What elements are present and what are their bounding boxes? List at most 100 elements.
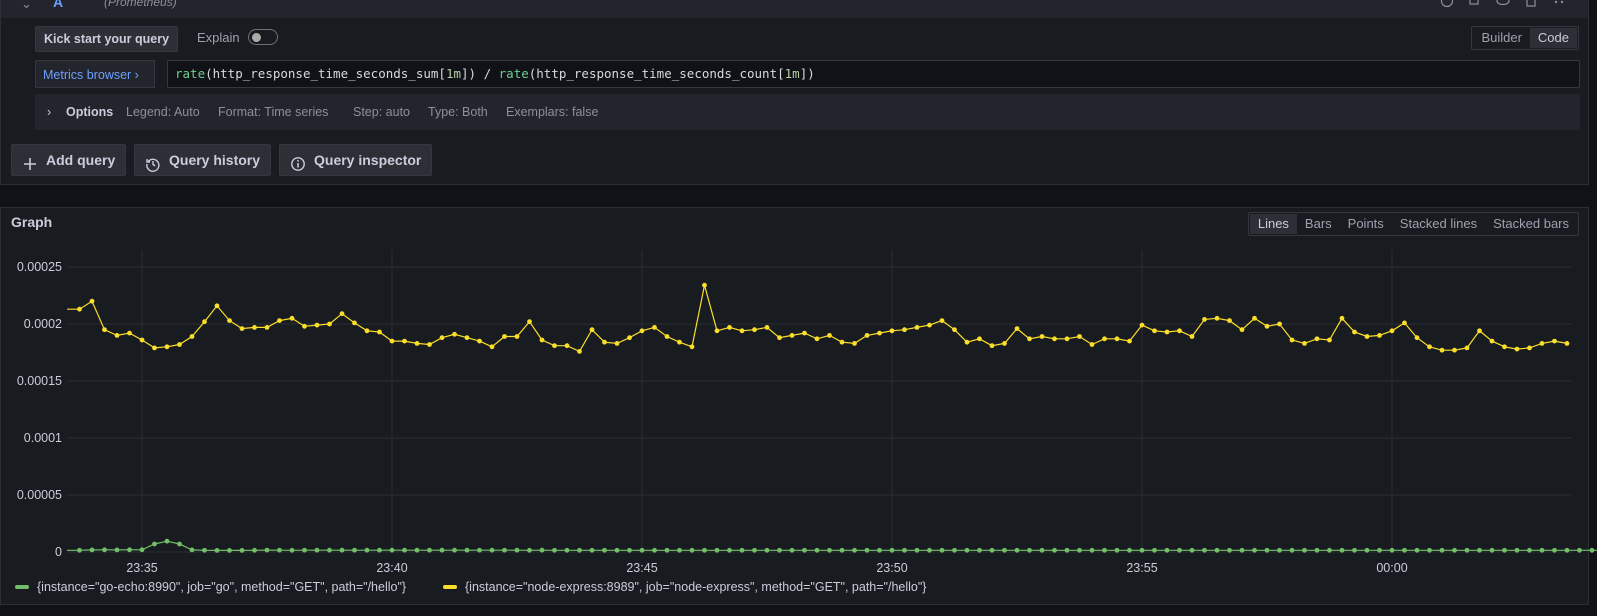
series-node-express-point: [452, 331, 457, 337]
series-node-express-point: [577, 349, 582, 354]
x-tick-label: 23:45: [626, 561, 657, 575]
series-node-express-point: [439, 335, 445, 341]
series-node-express-point: [377, 329, 382, 335]
series-node-express-point: [1302, 341, 1307, 346]
series-go-point: [1027, 547, 1032, 553]
series-node-express-point: [239, 326, 245, 331]
series-node-express-point: [1377, 333, 1382, 338]
series-go-point: [1214, 547, 1220, 553]
query-options-row[interactable]: › Options Legend: Auto Format: Time seri…: [35, 94, 1580, 130]
explain-toggle[interactable]: [248, 29, 278, 45]
series-node-express-point: [627, 335, 632, 341]
query-history-button[interactable]: Query history: [134, 144, 272, 176]
series-go-point: [1202, 547, 1207, 553]
series-node-express-point: [102, 327, 107, 333]
series-node-express-point: [1452, 347, 1457, 353]
query-code-input[interactable]: rate(http_response_time_seconds_sum[1m])…: [167, 60, 1580, 88]
option-step: Step: auto: [353, 105, 410, 119]
series-node-express-point: [89, 298, 95, 304]
series-node-express-point: [964, 339, 970, 345]
series-go-point: [852, 547, 857, 553]
query-row-header[interactable]: ⌄ A (Prometheus): [1, 0, 1588, 18]
series-go-point: [1439, 547, 1445, 553]
series-go-point: [714, 547, 720, 553]
legend-item-node-express[interactable]: {instance="node-express:8989", job="node…: [443, 580, 926, 594]
series-go-point: [1502, 547, 1507, 553]
series-go-point: [1452, 547, 1457, 553]
explain-label: Explain: [197, 30, 240, 45]
series-node-express-point: [1189, 334, 1195, 339]
series-go-point: [214, 548, 220, 553]
add-query-button[interactable]: Add query: [11, 144, 127, 176]
y-tick-label: 0.00015: [17, 374, 62, 388]
collapse-chevron-icon[interactable]: ⌄: [21, 0, 32, 12]
series-node-express-point: [752, 327, 757, 333]
series-node-express-point: [1177, 328, 1182, 334]
eye-icon[interactable]: [1496, 0, 1510, 8]
series-go-point: [264, 547, 270, 553]
series-go-point: [1564, 547, 1570, 553]
legend-item-go[interactable]: {instance="go-echo:8990", job="go", meth…: [15, 580, 406, 594]
series-node-express-point: [1289, 337, 1295, 343]
series-node-express-point: [1039, 334, 1045, 339]
series-go-point: [1464, 547, 1470, 553]
series-go-point: [489, 547, 495, 553]
series-go-point: [664, 547, 670, 553]
y-tick-label: 0: [55, 545, 62, 559]
builder-mode-button[interactable]: Builder: [1473, 28, 1529, 48]
series-go-point: [389, 547, 395, 553]
series-node-express-point: [677, 339, 682, 345]
legend-label-node-express: {instance="node-express:8989", job="node…: [465, 580, 927, 594]
help-icon[interactable]: [1440, 0, 1454, 8]
series-node-express-point: [364, 328, 370, 334]
series-go-point: [1114, 547, 1120, 553]
series-go-point: [164, 538, 170, 544]
trash-icon[interactable]: [1524, 0, 1538, 8]
info-circle-icon: [290, 152, 306, 171]
expand-options-chevron-icon[interactable]: ›: [47, 94, 51, 130]
series-go-point: [339, 547, 345, 553]
series-node-express-point: [1352, 329, 1357, 335]
series-go-point: [989, 547, 995, 553]
metrics-browser-button[interactable]: Metrics browser ›: [35, 60, 155, 88]
series-node-express-point: [914, 325, 920, 330]
x-tick-label: 23:35: [126, 561, 157, 575]
y-tick-label: 0.00025: [17, 260, 62, 274]
series-go-point: [302, 547, 307, 553]
series-node-express-point: [589, 327, 595, 333]
series-node-express-point: [1064, 336, 1070, 342]
y-tick-label: 0.0002: [24, 317, 62, 331]
series-go-point: [1127, 547, 1132, 553]
series-node-express-point: [164, 344, 170, 350]
series-node-express-point: [802, 330, 807, 336]
query-inspector-button[interactable]: Query inspector: [279, 144, 433, 176]
drag-handle-icon[interactable]: [1552, 0, 1566, 8]
series-go-point: [1314, 547, 1320, 553]
query-row-actions: [1440, 0, 1566, 8]
series-node-express-point: [489, 344, 495, 350]
series-node-express-point: [764, 325, 770, 330]
series-go-point: [327, 547, 332, 553]
plus-icon: [22, 152, 38, 170]
series-go-point: [1177, 547, 1182, 553]
series-node-express-point: [1439, 347, 1445, 353]
kick-start-query-button[interactable]: Kick start your query: [35, 26, 179, 52]
series-go-point: [139, 547, 145, 553]
time-series-chart[interactable]: 0 0.00005 0.0001 0.00015 0.0002 0.00025 23:35 2…: [0, 210, 1597, 580]
series-node-express-point: [277, 318, 282, 323]
series-node-express-point: [1227, 318, 1232, 323]
duplicate-icon[interactable]: [1468, 0, 1482, 8]
series-go-point: [752, 547, 757, 553]
series-go-point: [502, 547, 507, 553]
series-go-point: [564, 547, 570, 553]
series-node-express-point: [189, 334, 195, 339]
code-mode-button[interactable]: Code: [1529, 28, 1577, 48]
series-node-express-point: [989, 343, 995, 349]
series-go-point: [314, 547, 320, 553]
series-go-point: [702, 547, 707, 553]
series-node-express-point: [1102, 336, 1107, 342]
series-go-point: [1152, 547, 1157, 553]
series-node-express-point: [1314, 336, 1320, 342]
series-node-express-point: [1552, 338, 1557, 344]
series-node-express-point: [1277, 321, 1282, 327]
